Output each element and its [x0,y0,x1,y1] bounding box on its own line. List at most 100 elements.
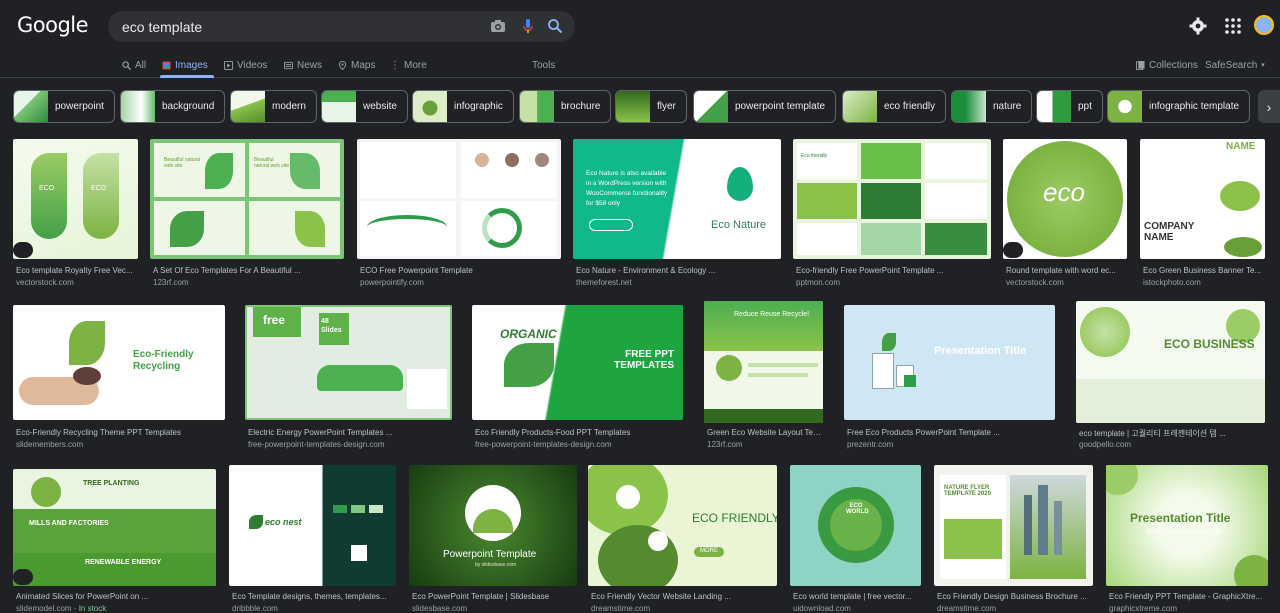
tab-label: Videos [237,59,268,71]
result-title[interactable]: Animated Slices for PowerPoint on ... [16,592,216,601]
result-source[interactable]: graphicxtreme.com [1109,604,1177,613]
result-image[interactable]: ECO FRIENDLY MORE [588,465,777,586]
result-source[interactable]: free-powerpoint-templates-design.com [248,440,385,449]
result-title[interactable]: eco template | 고퀄리티 프레젠테이션 템 ... [1079,428,1265,439]
result-image[interactable]: ECO ECO [13,139,138,259]
result-title[interactable]: Eco Friendly Design Business Brochure ..… [937,592,1094,601]
result-image[interactable]: Reduce Reuse Recycle! [704,301,823,423]
result-image[interactable]: Eco Nature is also available in a WordPr… [573,139,781,259]
tab-news[interactable]: News [284,57,322,73]
result-image[interactable]: Presentation Title www.free-ppt-template… [1106,465,1268,586]
image-text: MORE [700,548,718,554]
result-source[interactable]: dribbble.com [232,604,278,613]
result-title[interactable]: Eco-friendly Free PowerPoint Template ..… [796,266,992,275]
result-title[interactable]: Free Eco Products PowerPoint Template ..… [847,428,1056,437]
result-source[interactable]: free-powerpoint-templates-design.com [475,440,612,449]
result-source[interactable]: slidemembers.com [16,440,83,449]
result-source[interactable]: slidesbase.com [412,604,467,613]
chip-nature[interactable]: nature [951,90,1033,123]
result-title[interactable]: Electric Energy PowerPoint Templates ... [248,428,453,437]
result-image[interactable]: NAME COMPANY NAME [1140,139,1265,259]
image-text: TREE PLANTING [83,480,140,487]
chip-infographic-template[interactable]: infographic template [1107,90,1251,123]
result-title[interactable]: Eco PowerPoint Template | Slidesbase [412,592,578,601]
result-title[interactable]: Eco Friendly PPT Template - GraphicXtre.… [1109,592,1265,601]
result-image[interactable]: ECO BUSINESS [1076,301,1265,423]
result-source[interactable]: istockphoto.com [1143,278,1201,287]
search-input[interactable] [122,11,472,42]
result-source[interactable]: goodpello.com [1079,440,1131,449]
chip-infographic[interactable]: infographic [412,90,514,123]
camera-icon[interactable] [490,18,506,34]
result-title[interactable]: Eco Friendly Vector Website Landing ... [591,592,777,601]
tab-all[interactable]: All [122,57,146,73]
result-image[interactable]: TREE PLANTING MILLS AND FACTORIES RENEWA… [13,469,216,586]
microphone-icon[interactable] [520,18,536,34]
result-image[interactable]: eco nest [229,465,396,586]
safesearch-button[interactable]: SafeSearch ▾ [1205,57,1265,73]
tab-videos[interactable]: Videos [224,57,267,73]
result-title[interactable]: Eco Template designs, themes, templates.… [232,592,397,601]
result-source[interactable]: 123rf.com [153,278,189,287]
result-image[interactable]: Presentation Title [844,305,1055,420]
result-title[interactable]: ECO Free Powerpoint Template [360,266,560,275]
tools-button[interactable]: Tools [532,57,555,73]
result-source[interactable]: vectorstock.com [16,278,74,287]
image-text: Beautiful natural web site [164,157,201,169]
search-icon[interactable] [547,18,563,34]
result-image[interactable]: ECO WORLD [790,465,921,586]
result-title[interactable]: Eco Green Business Banner Te... [1143,266,1265,275]
chip-label: nature [993,101,1022,112]
result-title[interactable]: Eco Nature - Environment & Ecology ... [576,266,776,275]
result-source[interactable]: slidemodel.com · In stock [16,604,106,613]
chip-brochure[interactable]: brochure [519,90,612,123]
chip-powerpoint[interactable]: powerpoint [13,90,115,123]
result-image[interactable]: Powerpoint Template by slidesbase.com [409,465,577,586]
chip-thumbnail [520,91,554,122]
result-source[interactable]: 123rf.com [707,440,743,449]
settings-gear-icon[interactable] [1189,17,1207,35]
result-image[interactable]: free 48 Slides [245,305,452,420]
result-image[interactable]: Eco friendly [793,139,991,259]
result-source[interactable]: pptmon.com [796,278,840,287]
chip-flyer[interactable]: flyer [615,90,687,123]
result-source[interactable]: powerpointify.com [360,278,424,287]
chips-scroll-right-button[interactable]: › [1258,90,1280,123]
search-box[interactable] [108,11,575,42]
google-logo[interactable]: Google [17,13,89,37]
result-title[interactable]: Eco template Royalty Free Vec... [16,266,138,275]
collections-button[interactable]: Collections [1136,57,1198,73]
result-title[interactable]: Eco-Friendly Recycling Theme PPT Templat… [16,428,226,437]
result-image[interactable]: NATURE FLYER TEMPLATE 2020 [934,465,1093,586]
chip-background[interactable]: background [120,90,226,123]
account-avatar[interactable] [1254,15,1274,35]
chip-eco-friendly[interactable]: eco friendly [842,90,947,123]
chip-label: eco friendly [884,101,936,112]
apps-grid-icon[interactable] [1224,17,1242,35]
result-source[interactable]: prezentr.com [847,440,893,449]
tab-images[interactable]: Images [162,57,208,73]
result-source[interactable]: uidownload.com [793,604,851,613]
result-source[interactable]: vectorstock.com [1006,278,1064,287]
chip-ppt[interactable]: ppt [1036,90,1103,123]
result-source[interactable]: dreamstime.com [591,604,650,613]
result-image[interactable]: eco [1003,139,1127,259]
tab-more[interactable]: ⋮ More [390,57,427,73]
result-title[interactable]: Green Eco Website Layout Tem... [707,428,826,437]
chip-powerpoint-template[interactable]: powerpoint template [693,90,837,123]
result-title[interactable]: Round template with word ec... [1006,266,1126,275]
result-title[interactable]: A Set Of Eco Templates For A Beautiful .… [153,266,343,275]
result-title[interactable]: Eco world template | free vector... [793,592,921,601]
result-image[interactable]: ORGANIC FREE PPT TEMPLATES [472,305,683,420]
collections-label: Collections [1149,59,1198,71]
chip-website[interactable]: website [321,90,408,123]
chip-label: brochure [561,101,601,112]
tab-maps[interactable]: Maps [338,57,375,73]
result-image[interactable] [357,139,561,259]
chip-modern[interactable]: modern [230,90,317,123]
result-source[interactable]: themeforest.net [576,278,632,287]
result-title[interactable]: Eco Friendly Products-Food PPT Templates [475,428,684,437]
result-source[interactable]: dreamstime.com [937,604,996,613]
result-image[interactable]: Eco-Friendly Recycling [13,305,225,420]
result-image[interactable]: Beautiful natural web site Beautiful nat… [150,139,344,259]
